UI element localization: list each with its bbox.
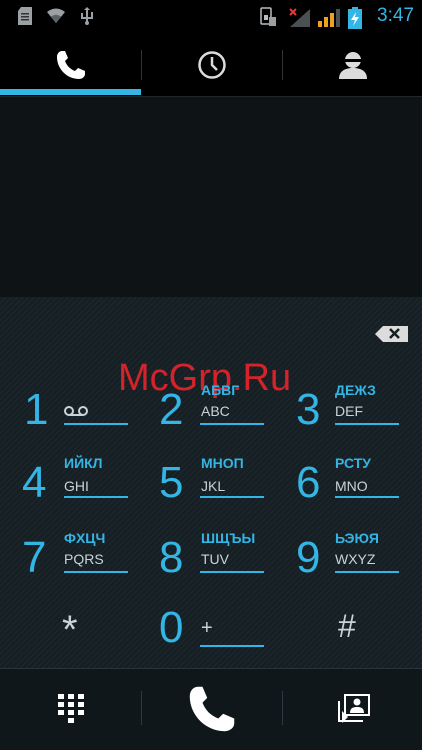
tab-bar	[0, 34, 422, 97]
key-underline	[64, 423, 128, 425]
key-digit: 6	[296, 458, 321, 507]
status-time: 3:47	[377, 5, 414, 26]
key-digit: 5	[159, 458, 184, 507]
key-digit: 4	[22, 458, 47, 507]
dialpad-toggle-button[interactable]	[0, 669, 141, 749]
key-digit: 3	[296, 385, 321, 434]
key-latin-letters: MNO	[335, 478, 368, 494]
key-latin-letters: JKL	[201, 478, 226, 494]
backspace-icon[interactable]	[374, 325, 410, 343]
key-cyrillic-letters: АБВГ	[201, 382, 240, 398]
key-underline	[335, 496, 399, 498]
phone-icon	[56, 51, 85, 79]
contact-card-icon	[337, 694, 370, 723]
add-contact-button[interactable]	[283, 669, 422, 749]
key-cyrillic-letters: ФХЦЧ	[64, 530, 106, 546]
key-1[interactable]: 1	[0, 375, 141, 441]
key-0[interactable]: 0 +	[141, 598, 282, 664]
key-3[interactable]: 3 ДЕЖЗ DEF	[282, 375, 422, 441]
signal-no-service-icon	[289, 8, 310, 27]
sim-card-icon	[260, 7, 276, 26]
wifi-icon	[47, 8, 65, 23]
key-cyrillic-letters: ЬЭЮЯ	[335, 530, 379, 546]
key-pound[interactable]: #	[282, 598, 422, 664]
person-icon	[338, 52, 367, 79]
status-bar: 3:47	[0, 0, 422, 34]
key-latin-letters: DEF	[335, 403, 363, 419]
key-8[interactable]: 8 ШЩЪЫ TUV	[141, 523, 282, 589]
key-cyrillic-letters: МНОП	[201, 455, 244, 471]
key-underline	[200, 645, 264, 647]
key-digit: #	[338, 608, 356, 644]
key-latin-letters: WXYZ	[335, 551, 376, 567]
key-underline	[335, 571, 399, 573]
key-plus: +	[201, 617, 213, 639]
key-cyrillic-letters: ИЙКЛ	[64, 455, 103, 471]
tab-call-log[interactable]	[142, 34, 282, 96]
key-latin-letters: TUV	[201, 551, 229, 567]
key-cyrillic-letters: РСТУ	[335, 455, 372, 471]
voicemail-icon	[64, 406, 88, 416]
dialpad-icon	[57, 694, 84, 723]
tab-dialer[interactable]	[0, 34, 141, 96]
key-2[interactable]: 2 АБВГ ABC	[141, 375, 282, 441]
key-cyrillic-letters: ДЕЖЗ	[335, 382, 376, 398]
key-5[interactable]: 5 МНОП JKL	[141, 448, 282, 514]
key-underline	[335, 423, 399, 425]
key-latin-letters: PQRS	[64, 551, 104, 567]
usb-icon	[81, 7, 93, 25]
key-4[interactable]: 4 ИЙКЛ GHI	[0, 448, 141, 514]
clock-icon	[198, 51, 226, 79]
key-9[interactable]: 9 ЬЭЮЯ WXYZ	[282, 523, 422, 589]
sd-card-icon	[18, 7, 32, 25]
key-digit: 2	[159, 385, 184, 434]
key-digit: 0	[159, 603, 184, 652]
key-digit: 7	[22, 533, 47, 582]
key-digit: 8	[159, 533, 184, 582]
key-star[interactable]: *	[0, 598, 141, 664]
tab-contacts[interactable]	[283, 34, 422, 96]
key-6[interactable]: 6 РСТУ MNO	[282, 448, 422, 514]
key-digit: *	[62, 608, 78, 652]
key-7[interactable]: 7 ФХЦЧ PQRS	[0, 523, 141, 589]
key-digit: 9	[296, 533, 321, 582]
digits-display[interactable]	[0, 97, 422, 297]
key-underline	[200, 496, 264, 498]
key-underline	[200, 571, 264, 573]
key-digit: 1	[24, 385, 49, 434]
tab-selected-indicator	[0, 89, 141, 95]
key-cyrillic-letters: ШЩЪЫ	[201, 530, 256, 546]
call-icon	[189, 686, 235, 732]
call-button[interactable]	[142, 669, 282, 749]
key-underline	[64, 571, 128, 573]
key-latin-letters: GHI	[64, 478, 89, 494]
signal-icon	[318, 9, 340, 27]
battery-charging-icon	[348, 7, 362, 29]
bottom-action-bar	[0, 668, 422, 750]
key-latin-letters: ABC	[201, 403, 230, 419]
key-underline	[64, 496, 128, 498]
key-underline	[200, 423, 264, 425]
